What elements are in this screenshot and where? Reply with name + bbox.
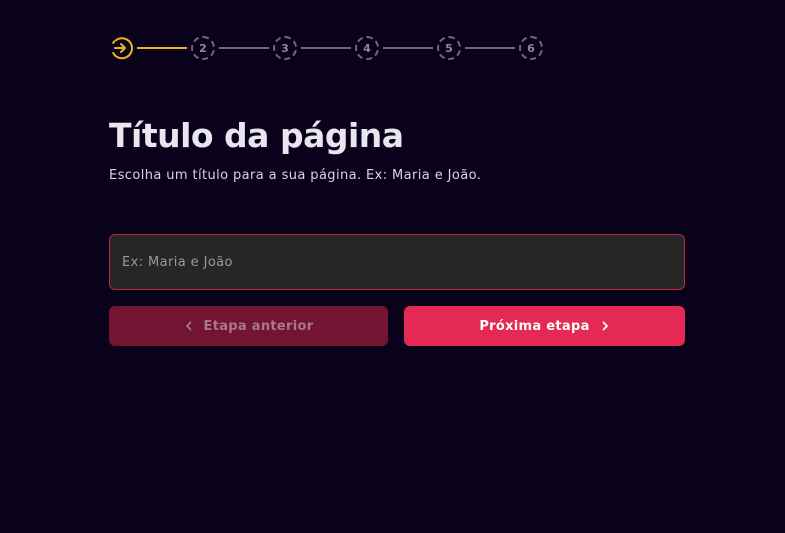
previous-step-button[interactable]: Etapa anterior [109,306,388,346]
chevron-left-icon [184,321,194,331]
step-6: 6 [519,36,543,60]
step-connector [137,47,187,49]
title-input-container [109,234,685,290]
previous-step-label: Etapa anterior [203,318,314,334]
step-connector [383,47,433,49]
step-1-current-icon [109,36,133,60]
page-subtitle: Escolha um título para a sua página. Ex:… [109,168,482,183]
title-input[interactable] [110,235,684,289]
progress-stepper: 2 3 4 5 6 [109,36,543,60]
page-title: Título da página [109,116,404,155]
step-connector [465,47,515,49]
step-connector [301,47,351,49]
step-5: 5 [437,36,461,60]
chevron-right-icon [600,321,610,331]
next-step-button[interactable]: Próxima etapa [404,306,685,346]
step-4: 4 [355,36,379,60]
step-3: 3 [273,36,297,60]
step-2: 2 [191,36,215,60]
step-connector [219,47,269,49]
next-step-label: Próxima etapa [479,318,590,334]
